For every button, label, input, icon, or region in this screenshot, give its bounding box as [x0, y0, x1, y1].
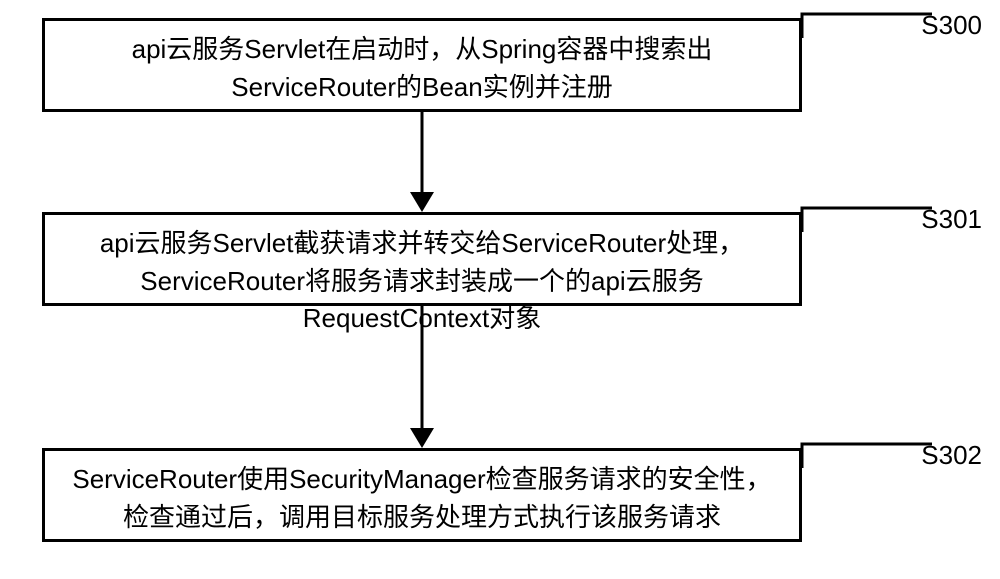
- step-box-2: ServiceRouter使用SecurityManager检查服务请求的安全性…: [42, 448, 802, 542]
- step-box-0: api云服务Servlet在启动时，从Spring容器中搜索出ServiceRo…: [42, 18, 802, 112]
- flow-arrow-0: [42, 112, 802, 212]
- callout-line-0: [802, 8, 932, 48]
- arrow-line-1: [421, 306, 424, 428]
- step-label-2: S302: [921, 440, 982, 471]
- flow-step-1: api云服务Servlet截获请求并转交给ServiceRouter处理，Ser…: [42, 212, 802, 306]
- flow-step-0: api云服务Servlet在启动时，从Spring容器中搜索出ServiceRo…: [42, 18, 802, 112]
- flow-arrow-1: [42, 306, 802, 448]
- step-box-1: api云服务Servlet截获请求并转交给ServiceRouter处理，Ser…: [42, 212, 802, 306]
- step-label-0: S300: [921, 10, 982, 41]
- callout-line-2: [802, 438, 932, 478]
- arrow-head-icon: [410, 192, 434, 212]
- arrow-line-0: [421, 112, 424, 192]
- arrow-head-icon: [410, 428, 434, 448]
- callout-line-1: [802, 202, 932, 242]
- flowchart-container: api云服务Servlet在启动时，从Spring容器中搜索出ServiceRo…: [0, 0, 1000, 579]
- step-label-1: S301: [921, 204, 982, 235]
- flow-step-2: ServiceRouter使用SecurityManager检查服务请求的安全性…: [42, 448, 802, 542]
